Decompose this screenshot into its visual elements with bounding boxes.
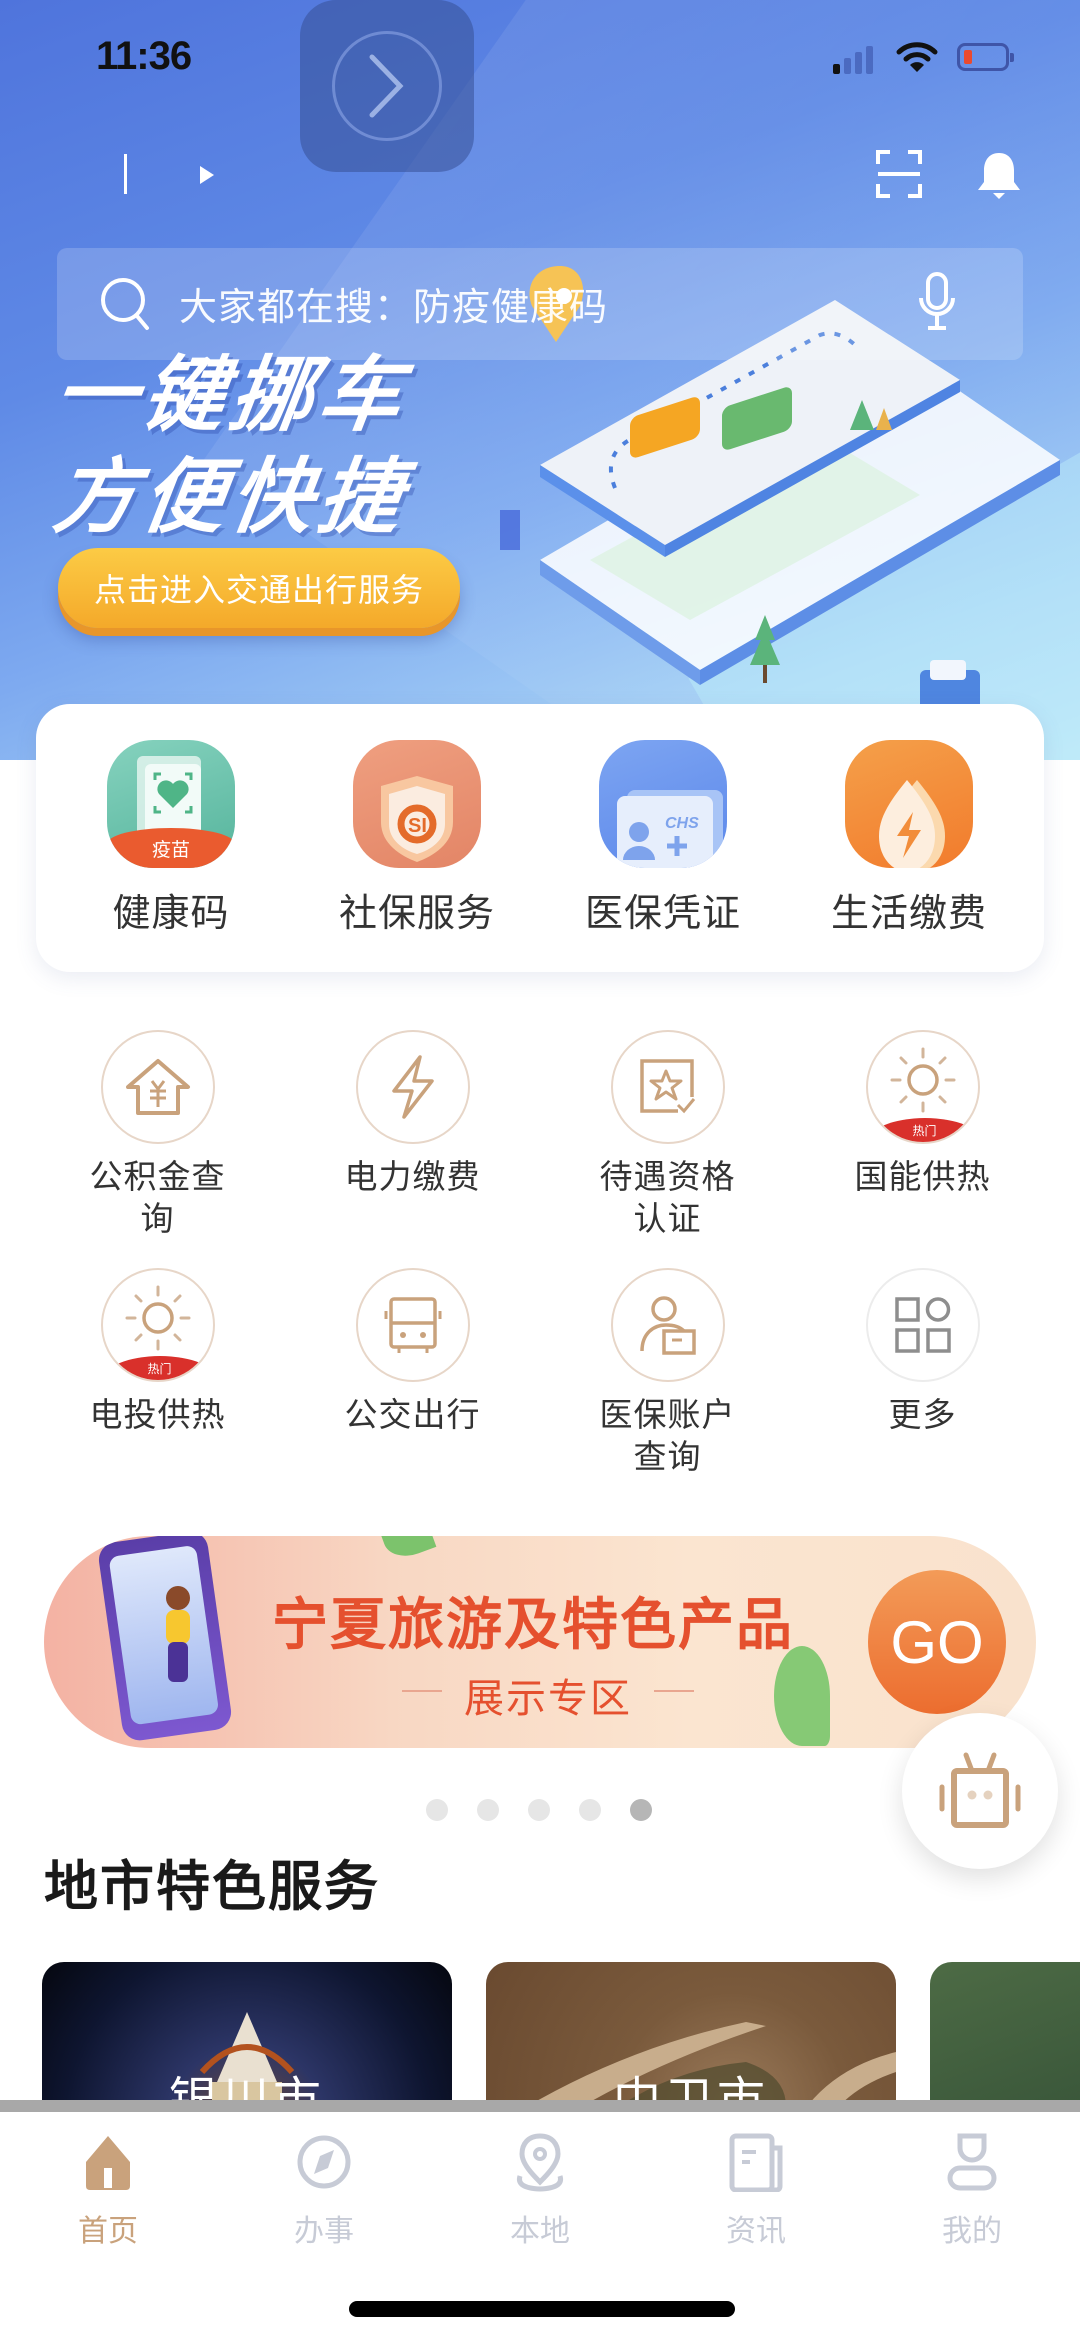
carousel-dot[interactable] — [528, 1799, 550, 1821]
carousel-dot[interactable] — [426, 1799, 448, 1821]
house-fund-icon — [100, 1030, 215, 1144]
tab-mine[interactable]: 我的 — [864, 2112, 1080, 2250]
bus-icon — [355, 1268, 470, 1382]
quick-service-label: 健康码 — [112, 891, 230, 935]
carousel-dot[interactable] — [579, 1799, 601, 1821]
carousel-indicator — [426, 1799, 652, 1821]
service-provident-fund[interactable]: 公积金查询 — [30, 1030, 285, 1240]
cellular-signal-icon — [833, 44, 877, 74]
chevron-right-icon — [369, 54, 404, 118]
service-label: 电力缴费 — [344, 1157, 481, 1196]
service-qualification[interactable]: 待遇资格认证 — [540, 1030, 795, 1240]
leaf-decoration — [774, 1646, 830, 1746]
play-icon[interactable] — [200, 166, 214, 184]
health-code-icon: 疫苗 — [107, 740, 235, 868]
service-label: 更多 — [888, 1395, 957, 1434]
leaf-decoration — [379, 1536, 437, 1564]
status-bar: 11:36 — [0, 0, 1080, 120]
quick-services-card: 疫苗 健康码 SI 社保服务 CHS 医保凭证 生活缴费 — [36, 704, 1044, 972]
carousel-dot[interactable] — [477, 1799, 499, 1821]
carousel-dot-active[interactable] — [630, 1799, 652, 1821]
svg-text:SI: SI — [408, 815, 427, 837]
quick-service-label: 生活缴费 — [830, 891, 987, 935]
quick-service-life-payment[interactable]: 生活缴费 — [799, 740, 1019, 972]
status-time: 11:36 — [96, 34, 192, 78]
service-more[interactable]: 更多 — [795, 1268, 1050, 1478]
tab-label: 本地 — [510, 2214, 570, 2249]
star-certificate-icon — [610, 1030, 725, 1144]
service-label: 国能供热 — [854, 1157, 991, 1196]
tab-label: 资讯 — [726, 2214, 786, 2249]
hero-banner[interactable]: 11:36 大家都在搜：防疫健康码 一键挪车 方便快捷 点击进入交通出行服务 — [0, 0, 1080, 760]
sun-icon: 热门 — [865, 1030, 980, 1144]
scan-icon[interactable] — [876, 150, 922, 198]
medical-insurance-card-icon: CHS — [599, 740, 727, 868]
home-indicator[interactable] — [349, 2301, 735, 2317]
service-guoneng-heating[interactable]: 热门 国能供热 — [795, 1030, 1050, 1240]
news-icon — [729, 2133, 783, 2192]
service-grid: 公积金查询 电力缴费 待遇资格认证 热门 国能供热 热门 电投供热 公交出行 医… — [30, 1030, 1050, 1478]
hot-badge: 热门 — [867, 1118, 978, 1142]
quick-service-label: 医保凭证 — [584, 891, 741, 935]
home-icon — [86, 2136, 130, 2190]
quick-service-health-code[interactable]: 疫苗 健康码 — [61, 740, 281, 972]
promo-banner[interactable]: 宁夏旅游及特色产品 展示专区 GO — [44, 1536, 1036, 1748]
city-carousel: 银川市 中卫市 — [42, 1962, 1080, 2142]
search-icon — [101, 278, 149, 330]
quick-service-social-security[interactable]: SI 社保服务 — [307, 740, 527, 972]
more-grid-icon — [865, 1268, 980, 1382]
hero-title-line2: 方便快捷 — [48, 450, 414, 545]
search-input[interactable]: 大家都在搜：防疫健康码 — [179, 276, 608, 331]
cursor-bar-icon — [124, 154, 127, 194]
tab-label: 办事 — [294, 2214, 354, 2249]
assistant-robot-button[interactable] — [902, 1713, 1058, 1869]
tab-home[interactable]: 首页 — [0, 2112, 216, 2250]
service-medical-account[interactable]: 医保账户查询 — [540, 1268, 795, 1478]
battery-icon — [957, 43, 1014, 71]
tab-local[interactable]: 本地 — [432, 2112, 648, 2250]
svg-text:CHS: CHS — [665, 815, 699, 832]
traffic-service-button[interactable]: 点击进入交通出行服务 — [58, 548, 460, 628]
girl-illustration — [166, 1586, 190, 1682]
person-card-icon — [610, 1268, 725, 1382]
floating-assist-button[interactable] — [300, 0, 474, 172]
promo-title: 宁夏旅游及特色产品 — [272, 1593, 794, 1658]
location-pin-icon — [516, 2133, 564, 2192]
service-label: 医保账户查询 — [599, 1395, 736, 1476]
bell-icon[interactable] — [974, 150, 1024, 200]
service-bus[interactable]: 公交出行 — [285, 1268, 540, 1478]
promo-go-button[interactable]: GO — [868, 1570, 1006, 1714]
service-label: 公交出行 — [344, 1395, 481, 1434]
profile-icon — [947, 2133, 997, 2191]
tab-label: 我的 — [942, 2214, 1002, 2249]
sun-icon: 热门 — [100, 1268, 215, 1382]
promo-subtitle: 展示专区 — [402, 1666, 694, 1724]
robot-icon — [939, 1752, 1021, 1828]
social-security-icon: SI — [353, 740, 481, 868]
quick-service-label: 社保服务 — [338, 891, 495, 935]
section-title: 地市特色服务 — [44, 1854, 380, 1918]
microphone-icon[interactable] — [917, 270, 957, 334]
service-diantou-heating[interactable]: 热门 电投供热 — [30, 1268, 285, 1478]
hot-badge: 热门 — [102, 1356, 213, 1380]
vaccine-badge: 疫苗 — [107, 828, 235, 868]
utility-payment-icon — [845, 740, 973, 868]
service-label: 待遇资格认证 — [599, 1157, 736, 1238]
tab-label: 首页 — [78, 2214, 138, 2249]
tab-news[interactable]: 资讯 — [648, 2112, 864, 2250]
service-electricity[interactable]: 电力缴费 — [285, 1030, 540, 1240]
lightning-icon — [355, 1030, 470, 1144]
compass-icon — [297, 2135, 351, 2189]
service-label: 电投供热 — [89, 1395, 226, 1434]
service-label: 公积金查询 — [89, 1157, 226, 1238]
quick-service-medical-card[interactable]: CHS 医保凭证 — [553, 740, 773, 972]
wifi-icon — [896, 42, 938, 72]
tab-affairs[interactable]: 办事 — [216, 2112, 432, 2250]
